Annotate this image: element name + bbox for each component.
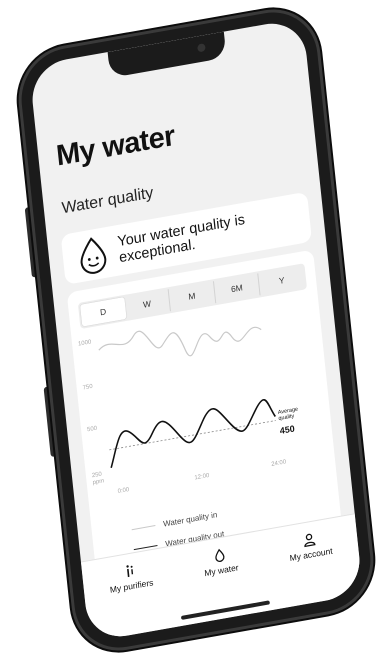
tab-day[interactable]: D [80,297,127,327]
status-message: Your water quality is exceptional. [117,212,248,266]
nav-label-purifiers: My purifiers [109,577,154,595]
tab-year[interactable]: Y [259,266,305,296]
legend-item-in: Water quality in [131,510,218,534]
y-tick-unit: ppm [92,478,104,486]
nav-label-water: My water [203,562,239,579]
x-tick-24: 24:00 [271,459,287,468]
phone-mockup: My water Water quality Your water qualit… [0,0,388,656]
tab-week[interactable]: W [123,289,172,319]
water-drop-icon [215,548,225,562]
nav-label-account: My account [289,545,334,564]
phone-frame: My water Water quality Your water qualit… [16,4,376,656]
purifier-icon [126,565,134,578]
page-title: My water [54,119,177,173]
x-tick-0: 0:00 [117,487,130,495]
legend-swatch-in [131,525,156,531]
y-tick-500: 500 [87,426,98,434]
average-label-line2: quality [278,413,295,422]
legend-label-in: Water quality in [162,510,218,529]
nav-my-purifiers[interactable]: My purifiers [108,560,159,637]
average-value: 450 [279,423,295,436]
nav-my-account[interactable]: My account [287,529,337,606]
happy-water-drop-icon [80,237,107,274]
y-tick-750: 750 [82,384,93,392]
person-icon [304,533,316,548]
tab-month[interactable]: M [168,281,217,312]
x-tick-12: 12:00 [194,473,210,482]
y-tick-1000: 1000 [78,339,92,347]
series-water-quality-out [110,399,276,468]
section-title: Water quality [61,184,155,218]
camera-icon [197,43,206,53]
tab-6-months[interactable]: 6M [213,273,261,304]
